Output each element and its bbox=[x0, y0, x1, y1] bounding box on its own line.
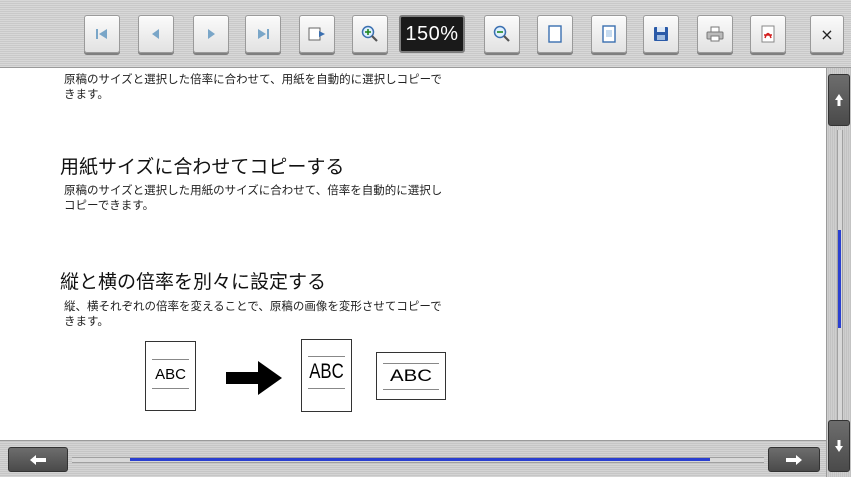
horizontal-scrollbar[interactable] bbox=[0, 440, 826, 477]
print-button[interactable] bbox=[697, 15, 733, 53]
zoom-out-button[interactable] bbox=[484, 15, 520, 53]
divider bbox=[308, 388, 345, 389]
page-arrow-icon bbox=[308, 27, 325, 41]
close-button[interactable]: × bbox=[810, 15, 844, 53]
next-page-icon bbox=[208, 29, 215, 39]
divider bbox=[383, 389, 439, 390]
page-jump-button[interactable] bbox=[299, 15, 335, 53]
section-text-xy-zoom-line2: きます。 bbox=[64, 314, 109, 328]
intro-text-line2: きます。 bbox=[64, 87, 109, 101]
scroll-up-button[interactable] bbox=[828, 74, 850, 126]
wide-copy-illustration: ABC bbox=[376, 352, 446, 400]
section-text-fit-paper-line1: 原稿のサイズと選択した用紙のサイズに合わせて、倍率を自動的に選択し bbox=[64, 183, 443, 197]
section-text-xy-zoom-line1: 縦、横それぞれの倍率を変えることで、原稿の画像を変形させてコピーで bbox=[64, 299, 442, 313]
save-button[interactable] bbox=[643, 15, 679, 53]
zoom-in-button[interactable] bbox=[352, 15, 388, 53]
horizontal-scroll-thumb[interactable] bbox=[130, 458, 710, 461]
close-icon: × bbox=[820, 24, 834, 44]
pdf-button[interactable] bbox=[750, 15, 786, 53]
tall-copy-illustration: ABC bbox=[301, 339, 352, 412]
wide-abc-label: ABC bbox=[390, 366, 432, 385]
arrow-down-icon bbox=[835, 440, 843, 452]
zoom-out-icon bbox=[493, 25, 510, 42]
fit-page-button[interactable] bbox=[537, 15, 573, 53]
divider bbox=[152, 388, 189, 389]
arrow-up-icon bbox=[835, 94, 843, 106]
document-content: 原稿のサイズと選択した倍率に合わせて、用紙を自動的に選択しコピーで きます。 用… bbox=[0, 68, 826, 440]
vertical-scroll-thumb[interactable] bbox=[838, 230, 841, 328]
previous-page-button[interactable] bbox=[138, 15, 174, 53]
arrow-right-scroll-icon bbox=[786, 454, 802, 465]
divider bbox=[383, 363, 439, 364]
pdf-icon bbox=[761, 25, 775, 43]
scroll-right-button[interactable] bbox=[768, 447, 820, 472]
scroll-down-button[interactable] bbox=[828, 420, 850, 472]
scroll-left-button[interactable] bbox=[8, 447, 68, 472]
divider bbox=[308, 356, 345, 357]
section-text-fit-paper-line2: コピーできます。 bbox=[64, 198, 155, 212]
printer-icon bbox=[706, 26, 724, 42]
first-page-button[interactable] bbox=[84, 15, 120, 53]
section-heading-fit-paper: 用紙サイズに合わせてコピーする bbox=[60, 156, 345, 178]
divider bbox=[152, 359, 189, 360]
first-page-icon bbox=[96, 29, 107, 39]
previous-page-icon bbox=[152, 29, 159, 39]
vertical-scrollbar[interactable] bbox=[826, 68, 851, 477]
last-page-button[interactable] bbox=[245, 15, 281, 53]
document-icon bbox=[602, 25, 616, 43]
zoom-in-icon bbox=[361, 25, 378, 42]
page-view-button[interactable] bbox=[591, 15, 627, 53]
last-page-icon bbox=[258, 29, 269, 39]
arrow-right-icon bbox=[226, 361, 282, 395]
floppy-disk-icon bbox=[654, 27, 668, 41]
page-icon bbox=[548, 25, 562, 43]
section-heading-xy-zoom: 縦と横の倍率を別々に設定する bbox=[60, 271, 327, 293]
zoom-level-display: 150% bbox=[399, 15, 465, 53]
toolbar: 150% × bbox=[0, 0, 851, 68]
next-page-button[interactable] bbox=[193, 15, 229, 53]
original-abc-label: ABC bbox=[155, 366, 186, 383]
arrow-left-icon bbox=[30, 454, 46, 465]
intro-text-line1: 原稿のサイズと選択した倍率に合わせて、用紙を自動的に選択しコピーで bbox=[64, 72, 442, 86]
tall-abc-label: ABC bbox=[309, 360, 344, 383]
original-document-illustration: ABC bbox=[145, 341, 196, 411]
